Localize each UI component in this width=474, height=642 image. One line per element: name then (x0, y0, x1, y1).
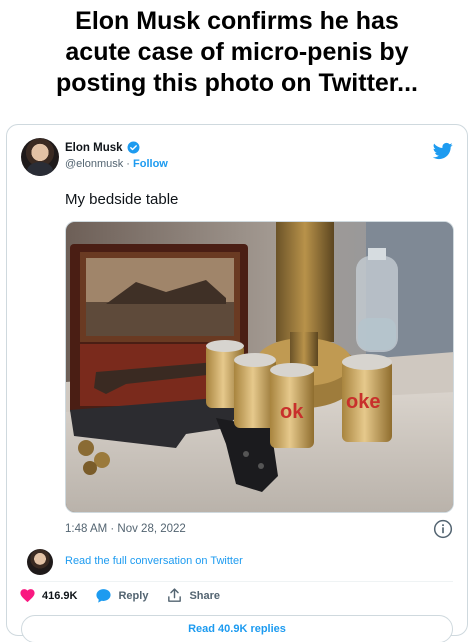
meme-headline: Elon Musk confirms he has acute case of … (0, 6, 474, 99)
heart-icon (20, 589, 35, 603)
like-count: 416.9K (42, 589, 78, 602)
svg-text:ok: ok (280, 401, 304, 423)
author-name-row[interactable]: Elon Musk (65, 141, 140, 154)
reply-label: Reply (118, 589, 149, 602)
tweet-text: My bedside table (65, 191, 179, 208)
handle-separator: · (123, 158, 134, 170)
share-button[interactable]: Share (166, 587, 220, 604)
tweet-actions: 416.9K Reply Share (19, 587, 238, 604)
divider (21, 581, 453, 582)
svg-text:oke: oke (346, 391, 380, 413)
share-icon (168, 588, 182, 602)
info-icon[interactable] (433, 519, 453, 539)
follow-link[interactable]: Follow (133, 158, 168, 170)
tweet-embed-card: Elon Musk @elonmusk · Follow My bedside … (6, 124, 468, 642)
like-button[interactable]: 416.9K (19, 587, 77, 604)
verified-badge-icon (127, 141, 139, 154)
headline-line-2: acute case of micro-penis by (65, 38, 409, 66)
tweet-photo[interactable]: ok oke (65, 221, 454, 513)
tweet-timestamp[interactable]: 1:48 AM · Nov 28, 2022 (65, 523, 186, 535)
author-name[interactable]: Elon Musk (65, 142, 123, 154)
reply-button[interactable]: Reply (95, 587, 148, 604)
author-avatar[interactable] (21, 138, 59, 176)
read-replies-button[interactable]: Read 40.9K replies (21, 615, 453, 642)
handle-row: @elonmusk · Follow (65, 158, 168, 170)
reply-bubble-icon (96, 589, 112, 603)
headline-line-1: Elon Musk confirms he has (75, 7, 399, 35)
share-label: Share (189, 589, 221, 602)
read-conversation-link[interactable]: Read the full conversation on Twitter (65, 555, 243, 567)
author-handle[interactable]: @elonmusk (65, 158, 123, 170)
headline-line-3: posting this photo on Twitter... (56, 69, 418, 97)
twitter-bird-icon[interactable] (433, 141, 453, 161)
bedside-table-photo: ok oke (66, 222, 453, 512)
conversation-avatar (27, 549, 53, 575)
